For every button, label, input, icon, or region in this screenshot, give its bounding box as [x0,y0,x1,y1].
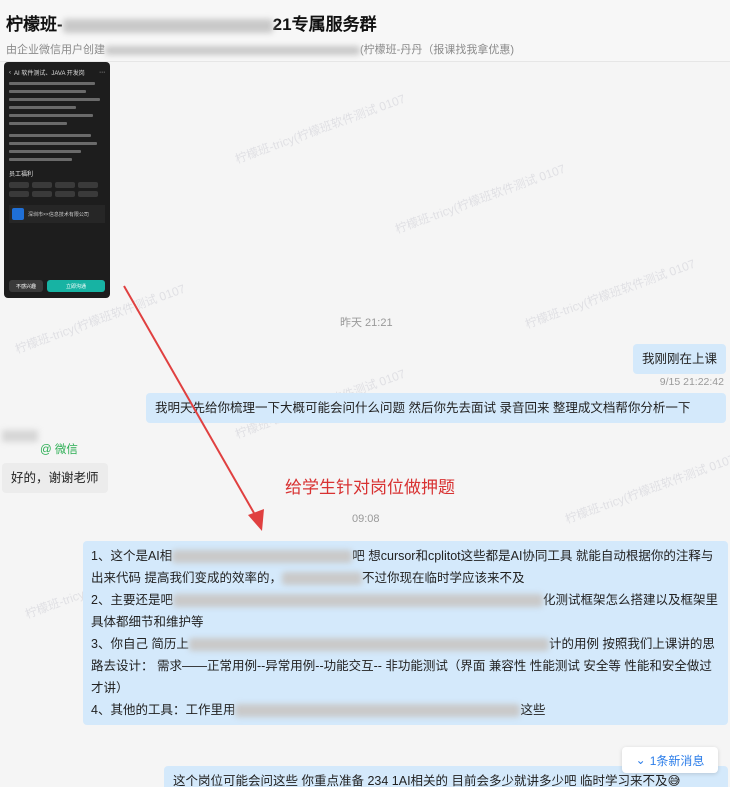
time-separator: 昨天 21:21 [340,317,393,329]
chat-now-button: 立即沟通 [47,280,105,292]
message-timestamp: 9/15 21:22:42 [659,376,724,388]
redacted-text [281,572,362,586]
chat-title-prefix: 柠檬班- [6,15,63,34]
chat-title-suffix: 21专属服务群 [272,15,377,34]
text-fragment: 不过你现在临时学应该来不及 [361,571,525,585]
new-messages-label: 1条新消息 [649,753,705,768]
message-bubble-self[interactable]: 我刚刚在上课 [632,344,726,374]
annotation-text: 给学生针对岗位做押题 [285,478,455,497]
text-line [9,114,94,117]
new-messages-button[interactable]: ⌄ 1条新消息 [622,747,718,773]
watermark: 柠檬班-tricy(柠檬班软件测试 0107 [563,451,730,527]
text-line [9,158,73,161]
phone-nav-bar: ‹ AI 软件测试、JAVA 开发岗 ⋯ [9,68,105,78]
redacted-name [62,18,273,33]
message-text: 这个岗位可能会问这些 你重点准备 234 1AI相关的 目前会多少就讲多少吧 临… [173,774,681,787]
subtitle-prefix: 由企业微信用户创建 [6,44,105,56]
redacted-text [172,594,543,608]
message-paragraph: 3、你自己 简历上 计的用例 按照我们上课讲的思路去设计： 需求——正常用例--异… [91,633,720,699]
text-fragment: 这些 [520,703,546,717]
message-text: 我明天先给你梳理一下大概可能会问什么问题 然后你先去面试 录音回来 整理成文档帮… [155,401,691,415]
text-fragment: 2、主要还是吧 [91,593,173,607]
text-line [9,106,77,109]
sender-wechat-tag: @ 微信 [40,444,78,456]
company-card: 深圳市××信息技术有限公司 [9,205,105,223]
not-interested-button: 不感兴趣 [9,280,43,292]
redacted-text [235,704,521,718]
text-line [9,82,96,85]
watermark: 柠檬班-tricy(柠檬班软件测试 0107 [233,91,408,167]
job-title: AI 软件测试、JAVA 开发岗 [14,71,85,77]
text-line [9,150,81,153]
message-bubble-self[interactable]: 我明天先给你梳理一下大概可能会问什么问题 然后你先去面试 录音回来 整理成文档帮… [146,393,726,423]
text-line [9,134,91,137]
image-message-job-post[interactable]: ‹ AI 软件测试、JAVA 开发岗 ⋯ 员工福利 深圳市××信息技术有限公司 … [4,62,110,298]
message-paragraph: 1、这个是AI相吧 想cursor和cplitot这些都是AI协同工具 就能自动… [91,545,720,589]
back-icon: ‹ [9,69,11,76]
text-line [9,142,98,145]
time-separator: 09:08 [352,513,380,525]
text-fragment: 3、你自己 简历上 [91,637,189,651]
text-line [9,98,101,101]
message-bubble-self-long[interactable]: 1、这个是AI相吧 想cursor和cplitot这些都是AI协同工具 就能自动… [83,541,728,725]
text-fragment: 4、其他的工具：工作里用 [91,703,236,717]
more-icon: ⋯ [99,70,105,76]
chat-title[interactable]: 柠檬班- 21专属服务群 [6,10,722,35]
chat-header: 柠檬班- 21专属服务群 由企业微信用户创建 (柠檬班-丹丹（报课找我拿优惠) [0,0,730,62]
redacted-text [172,550,353,564]
text-fragment: 1、这个是AI相 [91,549,173,563]
chat-subtitle: 由企业微信用户创建 (柠檬班-丹丹（报课找我拿优惠) [6,41,722,57]
watermark: 柠檬班-tricy(柠檬班软件测试 0107 [523,256,698,332]
sender-name-redacted [2,430,38,442]
message-paragraph: 2、主要还是吧 化测试框架怎么搭建以及框架里具体都细节和维护等 [91,589,720,633]
subtitle-suffix: (柠檬班-丹丹（报课找我拿优惠) [360,44,514,56]
message-text: 好的，谢谢老师 [11,471,99,485]
redacted-members [105,45,360,55]
company-name: 深圳市××信息技术有限公司 [28,211,89,218]
message-bubble-other[interactable]: 好的，谢谢老师 [2,463,108,493]
phone-buttons: 不感兴趣 立即沟通 [9,280,105,292]
benefits-heading: 员工福利 [9,172,34,178]
watermark: 柠檬班-tricy(柠檬班软件测试 0107 [393,161,568,237]
text-line [9,90,86,93]
message-paragraph: 4、其他的工具：工作里用 这些 [91,699,720,721]
redacted-text [188,638,549,652]
chevron-down-icon: ⌄ [635,753,646,767]
text-line [9,122,67,125]
company-logo [12,208,24,220]
benefit-chips [9,182,105,197]
message-text: 我刚刚在上课 [641,352,717,366]
